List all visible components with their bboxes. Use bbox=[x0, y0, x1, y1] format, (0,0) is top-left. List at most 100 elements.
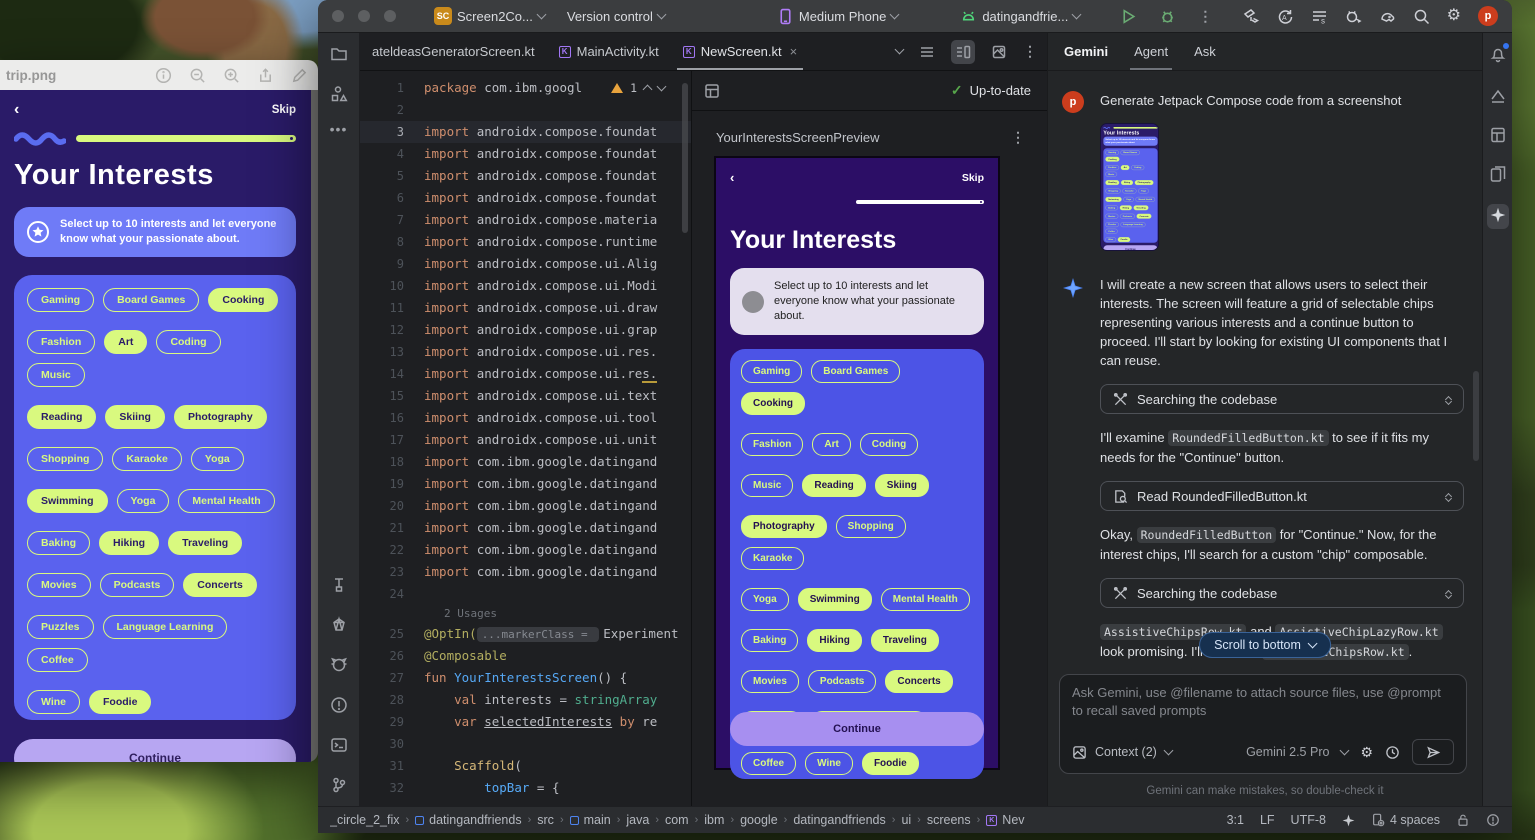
tab-newscreen[interactable]: K NewScreen.kt × bbox=[671, 33, 810, 70]
run-button[interactable] bbox=[1112, 8, 1145, 25]
minimize-window-button[interactable] bbox=[358, 10, 370, 22]
tab-list-chevron-icon[interactable] bbox=[895, 45, 905, 55]
run-configuration-selector[interactable]: datingandfrie... bbox=[952, 8, 1088, 25]
interest-chip[interactable]: Yoga bbox=[117, 489, 170, 513]
context-chevron-icon[interactable] bbox=[1163, 745, 1173, 755]
interest-chip[interactable]: Foodie bbox=[89, 690, 151, 714]
interest-chip[interactable]: Skiing bbox=[105, 405, 165, 429]
editor-scrollbar[interactable] bbox=[682, 83, 688, 233]
chat-settings-icon[interactable]: ⚙ bbox=[1360, 744, 1373, 760]
problems-icon[interactable] bbox=[330, 696, 348, 714]
code-editor[interactable]: 1package com.ibm.googl23import androidx.… bbox=[360, 71, 692, 806]
gemini-toolwindow-button[interactable] bbox=[1487, 204, 1509, 229]
code-line[interactable]: 24 bbox=[360, 583, 691, 605]
interest-chip[interactable]: Baking bbox=[741, 629, 798, 652]
interest-chip[interactable]: Wine bbox=[27, 690, 80, 714]
model-selector[interactable]: Gemini 2.5 Pro bbox=[1246, 745, 1329, 759]
tab-ask[interactable]: Ask bbox=[1194, 33, 1216, 70]
caret-position[interactable]: 3:1 bbox=[1227, 813, 1244, 827]
code-line[interactable]: 22import com.ibm.google.datingand bbox=[360, 539, 691, 561]
interest-chip[interactable]: Movies bbox=[27, 573, 91, 597]
sync-project-icon[interactable]: A bbox=[1277, 8, 1294, 25]
interest-chip[interactable]: Traveling bbox=[871, 629, 939, 652]
interest-chip[interactable]: Puzzles bbox=[27, 615, 94, 639]
interest-chip[interactable]: Yoga bbox=[741, 588, 789, 611]
file-encoding[interactable]: UTF-8 bbox=[1291, 813, 1326, 827]
interest-chip[interactable]: Karaoke bbox=[741, 547, 804, 570]
history-icon[interactable] bbox=[1385, 745, 1400, 760]
code-line[interactable]: 17import androidx.compose.ui.unit bbox=[360, 429, 691, 451]
device-manager-icon[interactable] bbox=[1243, 8, 1260, 25]
interest-chip[interactable]: Photography bbox=[741, 515, 827, 538]
interest-chip[interactable]: Art bbox=[104, 330, 147, 354]
code-line[interactable]: 29 var selectedInterests by re bbox=[360, 711, 691, 733]
running-devices-icon[interactable] bbox=[1489, 165, 1507, 183]
interest-chip[interactable]: Wine bbox=[805, 752, 853, 775]
inspection-widget[interactable]: 1 bbox=[611, 77, 665, 99]
interest-chip[interactable]: Reading bbox=[802, 474, 865, 497]
code-line[interactable]: 6import androidx.compose.foundat bbox=[360, 187, 691, 209]
code-line[interactable]: 11import androidx.compose.ui.draw bbox=[360, 297, 691, 319]
code-line[interactable]: 25@OptIn(...markerClass = Experiment bbox=[360, 623, 691, 645]
breadcrumb-item[interactable]: java bbox=[626, 813, 649, 827]
usages-hint[interactable]: 2 Usages bbox=[360, 605, 691, 623]
interest-chip[interactable]: Cooking bbox=[741, 392, 805, 415]
user-avatar[interactable]: p bbox=[1478, 6, 1498, 26]
tool-call-read-1[interactable]: Read RoundedFilledButton.kt bbox=[1100, 481, 1464, 511]
send-button[interactable] bbox=[1412, 739, 1454, 765]
zoom-in-icon[interactable] bbox=[223, 67, 240, 84]
continue-button[interactable]: Continue bbox=[730, 712, 984, 746]
interest-chip[interactable]: Music bbox=[741, 474, 793, 497]
lock-icon[interactable] bbox=[1456, 813, 1470, 827]
breadcrumb-item[interactable]: ibm bbox=[704, 813, 724, 827]
breadcrumb-item[interactable]: screens bbox=[927, 813, 971, 827]
context-selector[interactable]: Context (2) bbox=[1095, 745, 1157, 759]
interest-chip[interactable]: Yoga bbox=[191, 447, 244, 471]
interest-chip[interactable]: Hiking bbox=[99, 531, 159, 555]
code-line[interactable]: 30 bbox=[360, 733, 691, 755]
interest-chip[interactable]: Podcasts bbox=[808, 670, 876, 693]
tab-mainactivity[interactable]: K MainActivity.kt bbox=[547, 33, 671, 70]
tool-call-search-1[interactable]: Searching the codebase bbox=[1100, 384, 1464, 414]
terminal-icon[interactable] bbox=[330, 736, 348, 754]
interest-chip[interactable]: Coding bbox=[156, 330, 220, 354]
code-view-button[interactable] bbox=[915, 40, 939, 64]
device-selector[interactable]: Medium Phone bbox=[769, 8, 906, 25]
interest-chip[interactable]: Board Games bbox=[103, 288, 199, 312]
tool-call-search-2[interactable]: Searching the codebase bbox=[1100, 578, 1464, 608]
project-widget[interactable]: SC Screen2Co... bbox=[426, 7, 553, 25]
layout-inspector-icon[interactable] bbox=[1489, 126, 1507, 144]
code-line[interactable]: 10import androidx.compose.ui.Modi bbox=[360, 275, 691, 297]
interest-chip[interactable]: Baking bbox=[27, 531, 90, 555]
breadcrumb-item[interactable]: com bbox=[665, 813, 689, 827]
interest-chip[interactable]: Reading bbox=[27, 405, 96, 429]
close-window-button[interactable] bbox=[332, 10, 344, 22]
search-everywhere-icon[interactable] bbox=[1413, 8, 1430, 25]
close-tab-icon[interactable]: × bbox=[790, 44, 798, 59]
settings-gear-icon[interactable]: ⚙ bbox=[1447, 8, 1461, 24]
code-line[interactable]: 19import com.ibm.google.datingand bbox=[360, 473, 691, 495]
chat-input[interactable] bbox=[1072, 684, 1454, 739]
error-indicator-icon[interactable] bbox=[1486, 813, 1500, 827]
breadcrumb-item[interactable]: src bbox=[537, 813, 554, 827]
app-quality-icon[interactable] bbox=[330, 616, 348, 634]
build-variants-icon[interactable]: s bbox=[1311, 8, 1328, 25]
line-ending[interactable]: LF bbox=[1260, 813, 1275, 827]
chat-scrollbar[interactable] bbox=[1473, 371, 1479, 461]
code-line[interactable]: 32 topBar = { bbox=[360, 777, 691, 799]
breadcrumb-item[interactable]: google bbox=[740, 813, 778, 827]
interest-chip[interactable]: Shopping bbox=[836, 515, 906, 538]
code-line[interactable]: 18import com.ibm.google.datingand bbox=[360, 451, 691, 473]
interest-chip[interactable]: Skiing bbox=[875, 474, 929, 497]
more-tool-windows-icon[interactable]: ••• bbox=[330, 125, 348, 133]
expand-collapse-icon[interactable] bbox=[1446, 491, 1451, 501]
preview-menu-icon[interactable]: ⋮ bbox=[1011, 129, 1025, 146]
device-explorer-icon[interactable] bbox=[1489, 87, 1507, 105]
profiler-icon[interactable] bbox=[1345, 8, 1362, 25]
code-line[interactable]: 12import androidx.compose.ui.grap bbox=[360, 319, 691, 341]
interest-chip[interactable]: Karaoke bbox=[112, 447, 181, 471]
split-view-button[interactable] bbox=[951, 40, 975, 64]
attached-screenshot-thumbnail[interactable]: Your Interests Select up to 10 interests… bbox=[1100, 123, 1159, 251]
code-line[interactable]: 14import androidx.compose.ui.res. bbox=[360, 363, 691, 385]
code-line[interactable]: 2 bbox=[360, 99, 691, 121]
